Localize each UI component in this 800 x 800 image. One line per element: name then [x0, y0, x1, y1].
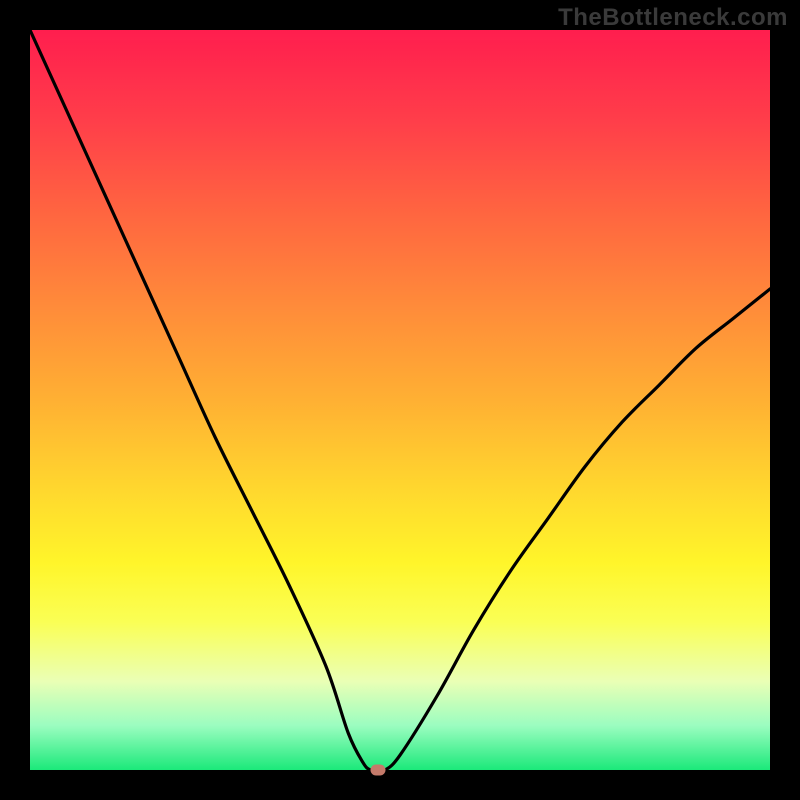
plot-area: [30, 30, 770, 770]
bottleneck-curve: [30, 30, 770, 770]
optimum-marker: [370, 765, 385, 776]
watermark-text: TheBottleneck.com: [558, 4, 788, 32]
chart-frame: TheBottleneck.com: [0, 0, 800, 800]
